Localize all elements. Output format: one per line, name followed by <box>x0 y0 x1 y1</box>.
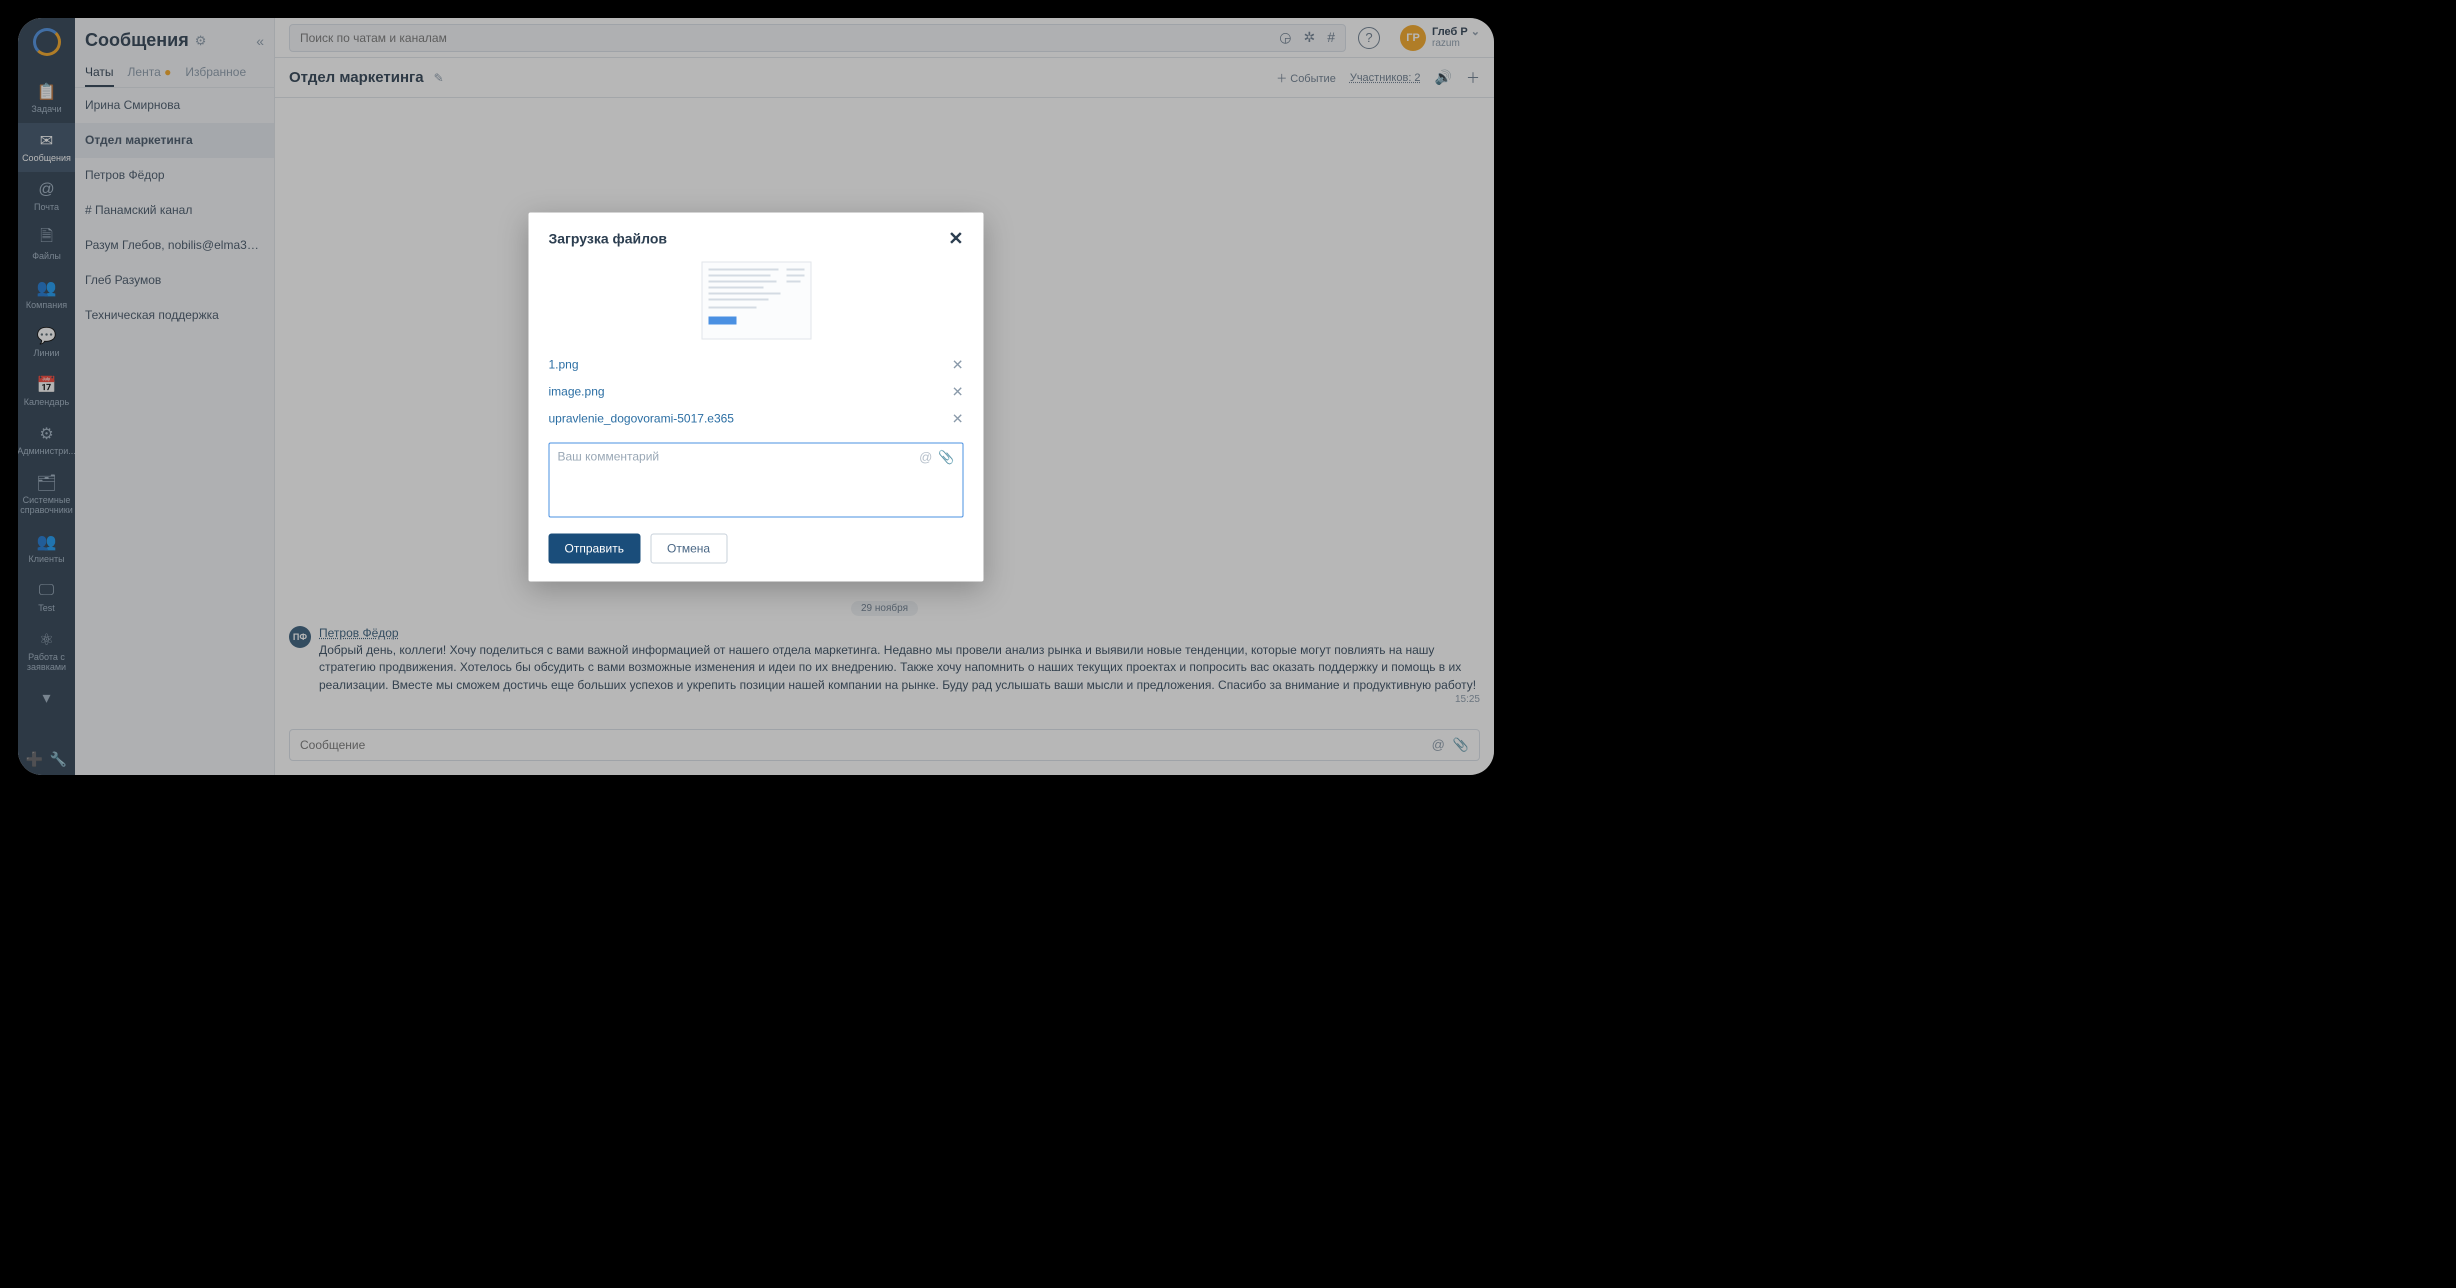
comment-box[interactable]: @ 📎 <box>549 442 964 517</box>
file-link[interactable]: 1.png <box>549 358 579 372</box>
file-row: image.png ✕ <box>549 378 964 405</box>
file-link[interactable]: upravlenie_dogovorami-5017.e365 <box>549 412 734 426</box>
file-preview <box>701 261 811 339</box>
close-icon[interactable]: ✕ <box>948 228 963 249</box>
file-row: 1.png ✕ <box>549 351 964 378</box>
file-link[interactable]: image.png <box>549 385 605 399</box>
remove-file-icon[interactable]: ✕ <box>952 383 964 400</box>
remove-file-icon[interactable]: ✕ <box>952 410 964 427</box>
upload-modal: Загрузка файлов ✕ 1.png ✕ image.png ✕ up… <box>529 212 984 581</box>
attach-icon[interactable]: 📎 <box>938 449 954 465</box>
modal-title: Загрузка файлов <box>549 231 668 247</box>
comment-textarea[interactable] <box>558 449 955 510</box>
send-button[interactable]: Отправить <box>549 533 641 563</box>
file-row: upravlenie_dogovorami-5017.e365 ✕ <box>549 405 964 432</box>
remove-file-icon[interactable]: ✕ <box>952 356 964 373</box>
cancel-button[interactable]: Отмена <box>650 533 727 563</box>
mention-icon[interactable]: @ <box>919 449 932 465</box>
